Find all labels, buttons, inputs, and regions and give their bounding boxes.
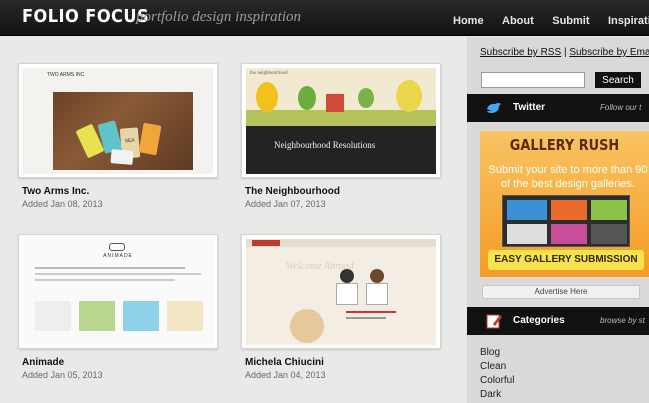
main-nav: Home About Submit Inspiration Fu — [453, 11, 649, 29]
thumb-wood-photo: SEA — [53, 92, 193, 170]
category-item[interactable]: Dark — [480, 388, 514, 402]
thumb-site-header: ANIMADE — [103, 253, 133, 259]
nav-inspiration[interactable]: Inspiration Fu — [608, 15, 649, 27]
categories-widget-header: Categories browse by st — [467, 307, 649, 335]
subscribe-links: Subscribe by RSS | Subscribe by Email — [480, 47, 649, 58]
gallery-grid: TWO ARMS INC. SEA Two Arms Inc. Added Ja… — [0, 37, 467, 403]
site-header: FOLIO FOCUS portfolio design inspiration… — [0, 0, 649, 36]
twitter-follow-text[interactable]: Follow our t — [600, 103, 641, 112]
ad-text: Submit your site to more than 90 of the … — [488, 164, 648, 190]
card-date: Added Jan 08, 2013 — [22, 199, 103, 209]
card-thumbnail[interactable]: ANIMADE — [18, 234, 218, 349]
card-title[interactable]: Two Arms Inc. — [22, 186, 89, 197]
thumb-caption: Neighbourhood Resolutions — [274, 140, 376, 150]
card-thumbnail[interactable]: Welcome Abroad — [241, 234, 441, 349]
category-list: Blog Clean Colorful Dark — [480, 346, 514, 402]
nav-submit[interactable]: Submit — [552, 15, 589, 27]
search-button[interactable]: Search — [595, 72, 641, 88]
category-item[interactable]: Colorful — [480, 374, 514, 388]
subscribe-rss-link[interactable]: Subscribe by RSS — [480, 47, 561, 58]
card-title[interactable]: Michela Chiucini — [245, 357, 324, 368]
ad-cta-button[interactable]: EASY GALLERY SUBMISSION — [488, 250, 644, 270]
ad-heading: GALLERY RUSH — [509, 136, 620, 154]
thumb-site-header: the neighbourhood — [250, 71, 288, 76]
categories-label: Categories — [513, 315, 565, 326]
thumb-site-header: TWO ARMS INC. — [47, 72, 86, 78]
subscribe-separator: | — [563, 47, 567, 58]
category-item[interactable]: Clean — [480, 360, 514, 374]
twitter-bird-icon — [487, 103, 501, 113]
nav-home[interactable]: Home — [453, 15, 484, 27]
ad-screenshot — [502, 195, 630, 247]
card-title[interactable]: Animade — [22, 357, 64, 368]
card-date: Added Jan 07, 2013 — [245, 199, 326, 209]
categories-browse-text: browse by st — [600, 316, 645, 325]
site-tagline: portfolio design inspiration — [136, 9, 302, 25]
twitter-widget-header: Twitter Follow our t — [467, 94, 649, 122]
card-date: Added Jan 05, 2013 — [22, 370, 103, 380]
category-item[interactable]: Blog — [480, 346, 514, 360]
pencil-folder-icon — [486, 314, 502, 329]
site-logo[interactable]: FOLIO FOCUS — [22, 6, 149, 27]
twitter-label[interactable]: Twitter — [513, 102, 545, 113]
search-input[interactable] — [481, 72, 585, 88]
sidebar: Subscribe by RSS | Subscribe by Email Se… — [467, 37, 649, 403]
card-thumbnail[interactable]: the neighbourhood Neighbourhood Resoluti… — [241, 63, 441, 178]
subscribe-email-link[interactable]: Subscribe by Email — [569, 47, 649, 58]
card-thumbnail[interactable]: TWO ARMS INC. SEA — [18, 63, 218, 178]
gallery-rush-ad[interactable]: GALLERY RUSH Submit your site to more th… — [480, 131, 649, 277]
nav-about[interactable]: About — [502, 15, 534, 27]
card-title[interactable]: The Neighbourhood — [245, 186, 340, 197]
advertise-here-link[interactable]: Advertise Here — [482, 285, 640, 299]
animade-logo-icon — [109, 243, 125, 251]
card-date: Added Jan 04, 2013 — [245, 370, 326, 380]
